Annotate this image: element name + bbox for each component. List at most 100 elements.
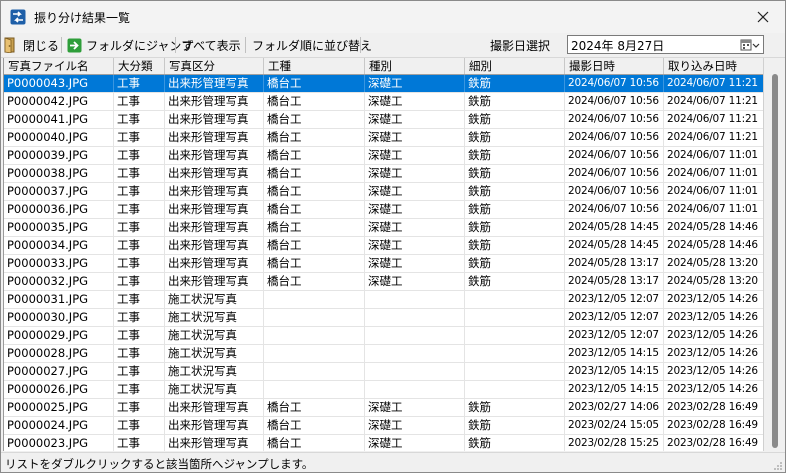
cell-kind	[365, 291, 465, 308]
date-picker-value: 2024年 8月27日	[571, 39, 665, 53]
table-row[interactable]: P0000025.JPG 工事 出来形管理写真 橋台工 深礎工 鉄筋 2023/02/27 …	[4, 399, 764, 417]
cell-category: 工事	[114, 201, 165, 218]
table-row[interactable]: P0000035.JPG 工事 出来形管理写真 橋台工 深礎工 鉄筋 2024/05/28 …	[4, 219, 764, 237]
cell-shot-datetime: 2023/12/05 14:15	[565, 381, 664, 398]
cell-import-datetime: 2024/05/28 14:46	[664, 219, 764, 236]
status-text: リストをダブルクリックすると該当箇所へジャンプします。	[5, 457, 314, 471]
cell-photo-type: 出来形管理写真	[165, 111, 264, 128]
cell-shot-datetime: 2023/12/05 14:15	[565, 363, 664, 380]
table-row[interactable]: P0000043.JPG 工事 出来形管理写真 橋台工 深礎工 鉄筋 2024/06/07 …	[4, 75, 764, 93]
cell-category: 工事	[114, 75, 165, 92]
cell-kind: 深礎工	[365, 219, 465, 236]
table-row[interactable]: P0000039.JPG 工事 出来形管理写真 橋台工 深礎工 鉄筋 2024/06/07 …	[4, 147, 764, 165]
table-row[interactable]: P0000040.JPG 工事 出来形管理写真 橋台工 深礎工 鉄筋 2024/06/07 …	[4, 129, 764, 147]
toolbar-separator	[175, 37, 176, 53]
table-row[interactable]: P0000037.JPG 工事 出来形管理写真 橋台工 深礎工 鉄筋 2024/06/07 …	[4, 183, 764, 201]
calendar-dropdown-icon[interactable]	[740, 38, 760, 52]
table-row[interactable]: P0000026.JPG 工事 施工状況写真 2023/12/05 14:15 2023…	[4, 381, 764, 399]
vertical-scrollbar[interactable]	[763, 58, 785, 451]
cell-shot-datetime: 2024/06/07 10:56	[565, 75, 664, 92]
cell-filename: P0000041.JPG	[4, 111, 114, 128]
table-row[interactable]: P0000042.JPG 工事 出来形管理写真 橋台工 深礎工 鉄筋 2024/06/07 …	[4, 93, 764, 111]
table-row[interactable]: P0000032.JPG 工事 出来形管理写真 橋台工 深礎工 鉄筋 2024/05/28 …	[4, 273, 764, 291]
jump-button-label: フォルダにジャンプ	[86, 38, 194, 53]
cell-work-type: 橋台工	[264, 417, 365, 434]
cell-kind: 深礎工	[365, 75, 465, 92]
toolbar-separator	[245, 37, 246, 53]
table-row[interactable]: P0000031.JPG 工事 施工状況写真 2023/12/05 12:07 2023…	[4, 291, 764, 309]
cell-import-datetime: 2024/06/07 11:01	[664, 201, 764, 218]
cell-import-datetime: 2023/02/28 16:49	[664, 435, 764, 451]
table-row[interactable]: P0000033.JPG 工事 出来形管理写真 橋台工 深礎工 鉄筋 2024/05/28 …	[4, 255, 764, 273]
shooting-date-label: 撮影日選択	[490, 39, 551, 53]
cell-photo-type: 出来形管理写真	[165, 75, 264, 92]
sort-by-folder-label: フォルダ順に並び替え	[252, 38, 373, 53]
column-header-photo-type[interactable]: 写真区分	[165, 58, 264, 74]
cell-filename: P0000039.JPG	[4, 147, 114, 164]
sort-by-folder-button[interactable]: フォルダ順に並び替え	[252, 35, 372, 55]
close-window-button[interactable]	[741, 1, 785, 33]
cell-kind: 深礎工	[365, 165, 465, 182]
cell-subkind	[465, 309, 565, 326]
table-row[interactable]: P0000034.JPG 工事 出来形管理写真 橋台工 深礎工 鉄筋 2024/05/28 …	[4, 237, 764, 255]
cell-kind: 深礎工	[365, 147, 465, 164]
cell-filename: P0000026.JPG	[4, 381, 114, 398]
cell-import-datetime: 2024/05/28 14:46	[664, 237, 764, 254]
close-button-label: 閉じる	[23, 38, 60, 53]
cell-import-datetime: 2024/06/07 11:21	[664, 129, 764, 146]
cell-filename: P0000032.JPG	[4, 273, 114, 290]
table-row[interactable]: P0000027.JPG 工事 施工状況写真 2023/12/05 14:15 2023…	[4, 363, 764, 381]
table-row[interactable]: P0000036.JPG 工事 出来形管理写真 橋台工 深礎工 鉄筋 2024/06/07 …	[4, 201, 764, 219]
cell-photo-type: 出来形管理写真	[165, 147, 264, 164]
cell-filename: P0000035.JPG	[4, 219, 114, 236]
column-header-kind[interactable]: 種別	[365, 58, 465, 74]
cell-subkind: 鉄筋	[465, 435, 565, 451]
cell-category: 工事	[114, 381, 165, 398]
shooting-date-picker[interactable]: 2024年 8月27日	[567, 35, 764, 54]
cell-work-type	[264, 381, 365, 398]
column-header-work-type[interactable]: 工種	[264, 58, 365, 74]
cell-photo-type: 出来形管理写真	[165, 219, 264, 236]
cell-filename: P0000027.JPG	[4, 363, 114, 380]
results-table[interactable]: 写真ファイル名 大分類 写真区分 工種 種別 細別 撮影日時 取り込み日時 P0000043.…	[3, 58, 764, 451]
table-row[interactable]: P0000028.JPG 工事 施工状況写真 2023/12/05 14:15 2023…	[4, 345, 764, 363]
table-row[interactable]: P0000030.JPG 工事 施工状況写真 2023/12/05 12:07 2023…	[4, 309, 764, 327]
column-header-category[interactable]: 大分類	[114, 58, 165, 74]
column-header-subkind[interactable]: 細別	[465, 58, 565, 74]
scrollbar-thumb[interactable]	[772, 74, 778, 448]
cell-filename: P0000030.JPG	[4, 309, 114, 326]
door-icon	[4, 37, 15, 53]
table-row[interactable]: P0000023.JPG 工事 出来形管理写真 橋台工 深礎工 鉄筋 2023/02/28 …	[4, 435, 764, 451]
column-header-shot-datetime[interactable]: 撮影日時	[565, 58, 664, 74]
cell-shot-datetime: 2023/02/27 14:06	[565, 399, 664, 416]
close-button[interactable]: 閉じる	[4, 35, 59, 55]
cell-photo-type: 出来形管理写真	[165, 93, 264, 110]
cell-shot-datetime: 2024/05/28 14:45	[565, 219, 664, 236]
cell-import-datetime: 2023/12/05 14:26	[664, 381, 764, 398]
cell-photo-type: 施工状況写真	[165, 363, 264, 380]
table-row[interactable]: P0000041.JPG 工事 出来形管理写真 橋台工 深礎工 鉄筋 2024/06/07 …	[4, 111, 764, 129]
cell-work-type: 橋台工	[264, 255, 365, 272]
cell-work-type: 橋台工	[264, 93, 365, 110]
cell-shot-datetime: 2024/06/07 10:56	[565, 93, 664, 110]
cell-subkind: 鉄筋	[465, 219, 565, 236]
column-header-filename[interactable]: 写真ファイル名	[4, 58, 114, 74]
table-row[interactable]: P0000029.JPG 工事 施工状況写真 2023/12/05 12:07 2023…	[4, 327, 764, 345]
show-all-button[interactable]: すべて表示	[182, 35, 241, 55]
cell-import-datetime: 2023/12/05 14:26	[664, 309, 764, 326]
cell-work-type: 橋台工	[264, 219, 365, 236]
cell-shot-datetime: 2024/06/07 10:56	[565, 111, 664, 128]
table-row[interactable]: P0000024.JPG 工事 出来形管理写真 橋台工 深礎工 鉄筋 2023/02/24 …	[4, 417, 764, 435]
cell-shot-datetime: 2023/12/05 14:15	[565, 345, 664, 362]
cell-import-datetime: 2024/06/07 11:01	[664, 147, 764, 164]
cell-kind: 深礎工	[365, 273, 465, 290]
column-header-import-datetime[interactable]: 取り込み日時	[664, 58, 764, 74]
cell-subkind: 鉄筋	[465, 147, 565, 164]
table-row[interactable]: P0000038.JPG 工事 出来形管理写真 橋台工 深礎工 鉄筋 2024/06/07 …	[4, 165, 764, 183]
cell-kind: 深礎工	[365, 183, 465, 200]
cell-shot-datetime: 2024/05/28 14:45	[565, 237, 664, 254]
cell-import-datetime: 2024/06/07 11:01	[664, 183, 764, 200]
resize-grip-icon[interactable]	[773, 461, 783, 471]
cell-category: 工事	[114, 417, 165, 434]
cell-work-type: 橋台工	[264, 111, 365, 128]
